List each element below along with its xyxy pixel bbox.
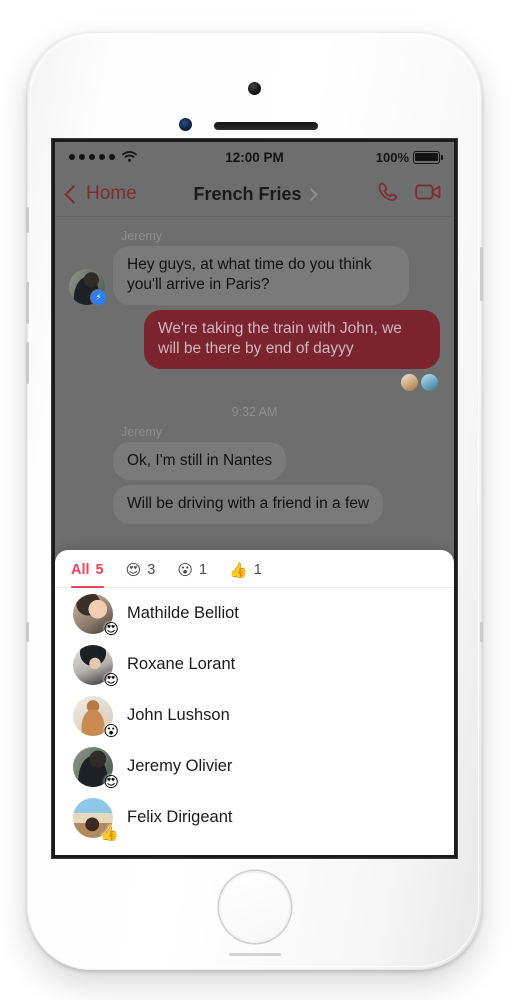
message-row-incoming: Will be driving with a friend in a few (69, 485, 440, 524)
reactions-sheet: All 5 😍 3 😮 1 👍 1 😍 Mathilde Belliot 😍 Roxane Lora… (55, 550, 454, 855)
back-button[interactable]: Home (64, 183, 137, 205)
list-item[interactable]: 😮 John Lushson (55, 690, 454, 741)
message-row-incoming: Ok, I'm still in Nantes (69, 441, 440, 481)
battery-icon (413, 150, 444, 164)
reaction-emoji-icon: 😍 (103, 773, 119, 791)
reactors-list: 😍 Mathilde Belliot 😍 Roxane Lorant 😮 John Lus… (55, 588, 454, 843)
reactor-name: Roxane Lorant (127, 655, 236, 673)
message-sender-name: Jeremy (121, 424, 162, 439)
home-button[interactable] (218, 871, 291, 943)
back-button-label: Home (86, 183, 137, 204)
message-bubble[interactable]: Will be driving with a friend in a few (113, 485, 384, 524)
avatar[interactable]: 😮 (73, 695, 119, 739)
page-title: French Fries (193, 183, 302, 204)
proximity-sensor-icon (179, 118, 192, 131)
list-item[interactable]: 😍 Jeremy Olivier (55, 741, 454, 792)
earpiece-speaker (214, 122, 318, 130)
reaction-emoji-icon: 😍 (125, 561, 142, 579)
antenna-band-right (480, 622, 483, 642)
message-row-incoming: ⚡ Hey guys, at what time do you think yo… (69, 246, 440, 306)
reaction-tab-count: 5 (95, 562, 104, 578)
reactor-avatar (401, 373, 418, 391)
status-bar-battery-area: 100% (375, 149, 444, 165)
reaction-tab-label: All (71, 562, 90, 578)
video-camera-icon[interactable] (415, 182, 442, 207)
reaction-tab-love[interactable]: 😍 3 (126, 562, 156, 587)
avatar[interactable]: 👍 (73, 797, 119, 841)
avatar[interactable]: 😍 (73, 746, 119, 790)
volume-up-button[interactable] (26, 282, 29, 324)
volume-down-button[interactable] (26, 342, 29, 384)
avatar-spacer (69, 488, 105, 524)
front-camera-icon (247, 82, 261, 95)
phone-screen: 12:00 PM 100% Home French Fries Jeremy ⚡… (55, 142, 454, 855)
message-timestamp: 9:32 AM (231, 404, 278, 419)
message-bubble[interactable]: We're taking the train with John, we wil… (144, 309, 440, 369)
reactor-name: John Lushson (127, 706, 230, 724)
status-bar: 12:00 PM 100% (55, 142, 454, 172)
reactor-name: Jeremy Olivier (127, 757, 233, 775)
reaction-tab-count: 1 (253, 562, 262, 578)
list-item[interactable]: 👍 Felix Dirigeant (55, 792, 454, 843)
bottom-microphone (228, 953, 281, 956)
reactor-name: Felix Dirigeant (127, 808, 233, 826)
message-row-outgoing: We're taking the train with John, we wil… (69, 309, 440, 369)
messenger-badge-icon: ⚡ (90, 288, 107, 306)
avatar-spacer (69, 444, 105, 480)
avatar[interactable]: 😍 (73, 644, 119, 688)
reaction-tab-wow[interactable]: 😮 1 (177, 562, 207, 587)
reaction-emoji-icon: 😮 (177, 561, 193, 579)
chevron-left-icon (64, 184, 83, 204)
message-reactors[interactable] (69, 373, 438, 391)
reaction-tab-all[interactable]: All 5 (71, 562, 104, 588)
message-bubble[interactable]: Hey guys, at what time do you think you'… (113, 246, 409, 305)
reaction-emoji-icon: 😍 (103, 671, 119, 689)
antenna-band-left (26, 622, 29, 642)
reaction-tab-count: 1 (198, 562, 208, 578)
nav-actions (376, 180, 442, 208)
phone-icon[interactable] (376, 180, 399, 208)
reaction-tabs: All 5 😍 3 😮 1 👍 1 (55, 550, 454, 588)
message-sender-name: Jeremy (121, 229, 162, 243)
reactor-name: Mathilde Belliot (127, 604, 239, 622)
navigation-bar: Home French Fries (55, 172, 454, 217)
reaction-tab-count: 3 (147, 562, 156, 578)
battery-percent-label: 100% (375, 149, 409, 165)
reaction-emoji-icon: 👍 (100, 824, 119, 842)
reactor-avatar (421, 373, 438, 391)
avatar[interactable]: 😍 (73, 593, 119, 637)
avatar[interactable]: ⚡ (69, 268, 107, 306)
reaction-emoji-icon: 😮 (103, 722, 119, 740)
reaction-emoji-icon: 😍 (103, 620, 119, 638)
phone-device: 12:00 PM 100% Home French Fries Jeremy ⚡… (26, 32, 483, 970)
message-bubble[interactable]: Ok, I'm still in Nantes (113, 441, 287, 481)
reaction-tab-thumbsup[interactable]: 👍 1 (229, 562, 262, 587)
chevron-right-icon (304, 187, 318, 201)
list-item[interactable]: 😍 Mathilde Belliot (55, 588, 454, 639)
power-button[interactable] (480, 247, 483, 301)
list-item[interactable]: 😍 Roxane Lorant (55, 639, 454, 690)
reaction-emoji-icon: 👍 (229, 561, 248, 579)
silent-switch (26, 207, 29, 233)
